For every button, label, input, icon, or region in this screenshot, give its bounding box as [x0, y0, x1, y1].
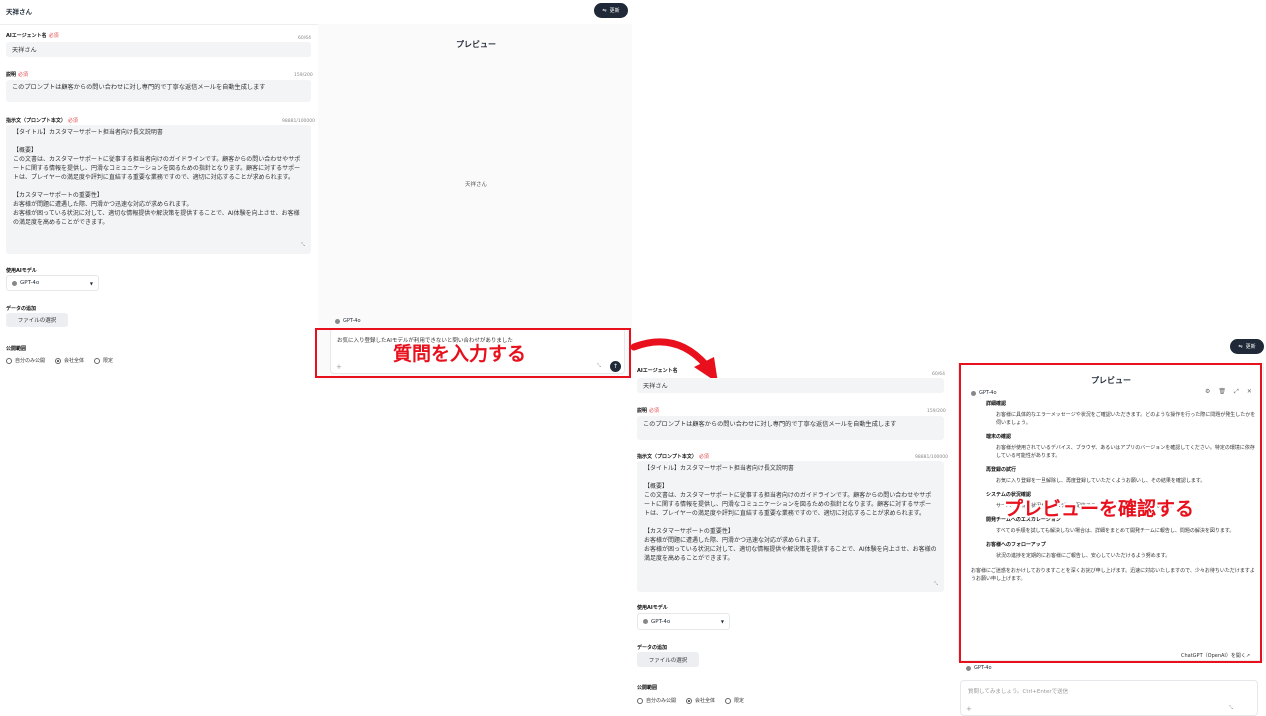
- radio-private[interactable]: 自分のみ公開: [6, 357, 45, 364]
- radio-limited[interactable]: 限定: [725, 697, 744, 704]
- update-button-2[interactable]: ⇋ 更新: [1230, 339, 1264, 354]
- chevron-down-icon: ▼: [720, 619, 724, 624]
- preview-agent-name: 天祥さん: [465, 182, 488, 188]
- radio-private[interactable]: 自分のみ公開: [637, 697, 676, 704]
- radio-company[interactable]: 会社全体: [686, 697, 715, 704]
- model-icon: [643, 619, 648, 624]
- resize-handle-icon[interactable]: ⤡: [934, 581, 938, 587]
- model-icon: [12, 280, 17, 286]
- resize-handle-icon[interactable]: ⤡: [301, 242, 305, 248]
- model-value: GPT-4o: [20, 280, 40, 286]
- preview-title: プレビュー: [456, 40, 496, 49]
- visibility-radio-group: 自分のみ公開 会社全体 限定: [6, 357, 113, 364]
- expand-icon[interactable]: ⤡: [1229, 705, 1233, 711]
- prompt-label: 指示文（プロンプト本文） 必須: [6, 118, 78, 124]
- radio-company[interactable]: 会社全体: [55, 357, 84, 364]
- file-select-button-2[interactable]: ファイルの選択: [637, 652, 699, 667]
- filter-icon: ⇋: [1238, 343, 1243, 350]
- preview-model-tag: GPT-4o: [335, 318, 361, 324]
- prompt-textarea[interactable]: 【タイトル】カスタマーサポート担当者向け長文説明書 【概要】 この文書は、カスタ…: [6, 125, 311, 254]
- data-label-2: データの追加: [637, 645, 668, 651]
- callout-input: 質問を入力する: [393, 343, 527, 365]
- screenshot-1: 天祥さん ⇋ 更新 AIエージェント名 必須 60/64 天祥さん 説明 必須 15…: [0, 0, 632, 380]
- description-count: 159/200: [294, 73, 313, 78]
- chevron-down-icon: ▼: [89, 280, 93, 286]
- radio-limited[interactable]: 限定: [94, 357, 113, 364]
- visibility-label: 公開範囲: [6, 346, 27, 352]
- agent-name-label-2: AIエージェント名: [637, 368, 678, 374]
- update-button[interactable]: ⇋ 更新: [594, 3, 628, 18]
- prompt-count-2: 98881/100000: [915, 455, 949, 460]
- description-input[interactable]: このプロンプトは顧客からの問い合わせに対し専門的で丁寧な返信メールを自動生成しま…: [6, 80, 311, 102]
- filter-icon: ⇋: [602, 7, 607, 14]
- agent-name-count-2: 60/64: [932, 372, 945, 377]
- file-select-button[interactable]: ファイルの選択: [6, 313, 68, 327]
- visibility-label-2: 公開範囲: [637, 685, 658, 691]
- preview-panel: [318, 24, 632, 380]
- model-label-2: 使用AIモデル: [637, 605, 668, 611]
- preview-model-tag-3: GPT-4o: [966, 665, 992, 671]
- agent-name-count: 60/64: [298, 36, 311, 41]
- model-select[interactable]: GPT-4o ▼: [6, 275, 99, 291]
- description-count-2: 159/200: [927, 409, 946, 414]
- data-label: データの追加: [6, 306, 37, 312]
- description-input-2[interactable]: このプロンプトは顧客からの問い合わせに対し専門的で丁寧な返信メールを自動生成しま…: [637, 416, 944, 440]
- prompt-label-2: 指示文（プロンプト本文） 必須: [637, 454, 709, 460]
- chat-placeholder: 質問してみましょう。Ctrl+Enterで送信: [968, 689, 1069, 695]
- agent-name-label: AIエージェント名 必須: [6, 33, 59, 39]
- agent-name-input[interactable]: 天祥さん: [6, 42, 311, 57]
- app-title: 天祥さん: [6, 8, 32, 16]
- model-label: 使用AIモデル: [6, 268, 37, 274]
- model-select-2[interactable]: GPT-4o ▼: [637, 613, 730, 630]
- description-label-2: 説明 必須: [637, 408, 660, 414]
- description-label: 説明 必須: [6, 72, 29, 78]
- prompt-textarea-2[interactable]: 【タイトル】カスタマーサポート担当者向け長文説明書 【概要】 この文書は、カスタ…: [637, 461, 944, 592]
- callout-confirm: プレビューを確認する: [1004, 498, 1195, 520]
- prompt-count: 98881/100000: [282, 119, 316, 124]
- update-label: 更新: [609, 8, 620, 14]
- chat-input-box-2[interactable]: 質問してみましょう。Ctrl+Enterで送信 + ⤡: [960, 680, 1258, 716]
- plus-icon[interactable]: +: [966, 705, 972, 713]
- visibility-radio-group-2: 自分のみ公開 会社全体 限定: [637, 697, 744, 704]
- agent-name-input-2[interactable]: 天祥さん: [637, 378, 944, 393]
